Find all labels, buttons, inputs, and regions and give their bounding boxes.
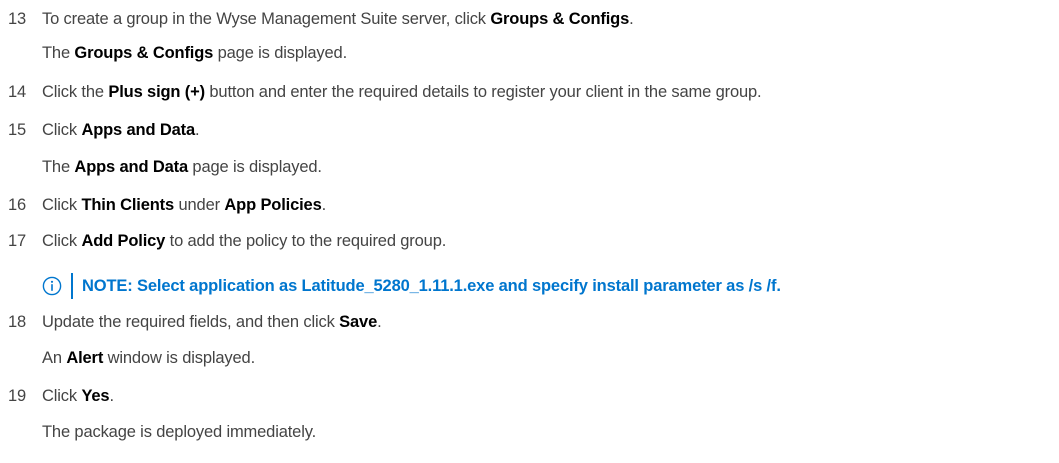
step-text: Click the Plus sign (+) button and enter… — [42, 83, 762, 101]
info-icon — [42, 276, 62, 296]
ui-term: Alert — [66, 349, 104, 367]
step-text: Click Thin Clients under App Policies. — [42, 196, 327, 214]
ui-term: Plus sign (+) — [108, 83, 205, 101]
step-text: Click Apps and Data. — [42, 121, 200, 139]
step-number: 15 — [8, 121, 27, 139]
ui-term: Yes — [81, 387, 110, 405]
step-15-result: The Apps and Data page is displayed. — [42, 158, 322, 176]
ui-term: Groups & Configs — [490, 10, 630, 28]
note-callout: NOTE: Select application as Latitude_528… — [42, 273, 781, 299]
ui-term: App Policies — [224, 196, 322, 214]
step-number: 19 — [8, 387, 27, 405]
ui-term: Add Policy — [81, 232, 166, 250]
note-text: NOTE: Select application as Latitude_528… — [82, 276, 781, 295]
step-number: 17 — [8, 232, 27, 250]
step-18-result: An Alert window is displayed. — [42, 349, 256, 367]
step-number: 13 — [8, 10, 27, 28]
step-number: 16 — [8, 196, 27, 214]
ui-term: Thin Clients — [81, 196, 175, 214]
note-divider — [71, 273, 73, 299]
document-page: { "steps": [ { "number": "13", "text": [… — [0, 0, 1059, 463]
ui-term: Groups & Configs — [74, 44, 214, 62]
step-number: 18 — [8, 313, 27, 331]
ui-term: Apps and Data — [81, 121, 196, 139]
step-text: Click Yes. — [42, 387, 114, 405]
step-number: 14 — [8, 83, 27, 101]
step-text: To create a group in the Wyse Management… — [42, 10, 634, 28]
step-text: Update the required fields, and then cli… — [42, 313, 382, 331]
step-text: Click Add Policy to add the policy to th… — [42, 232, 447, 250]
step-13-result: The Groups & Configs page is displayed. — [42, 44, 348, 62]
ui-term: Apps and Data — [74, 158, 188, 176]
step-19-result: The package is deployed immediately. — [42, 423, 317, 441]
ui-term: Save — [339, 313, 378, 331]
